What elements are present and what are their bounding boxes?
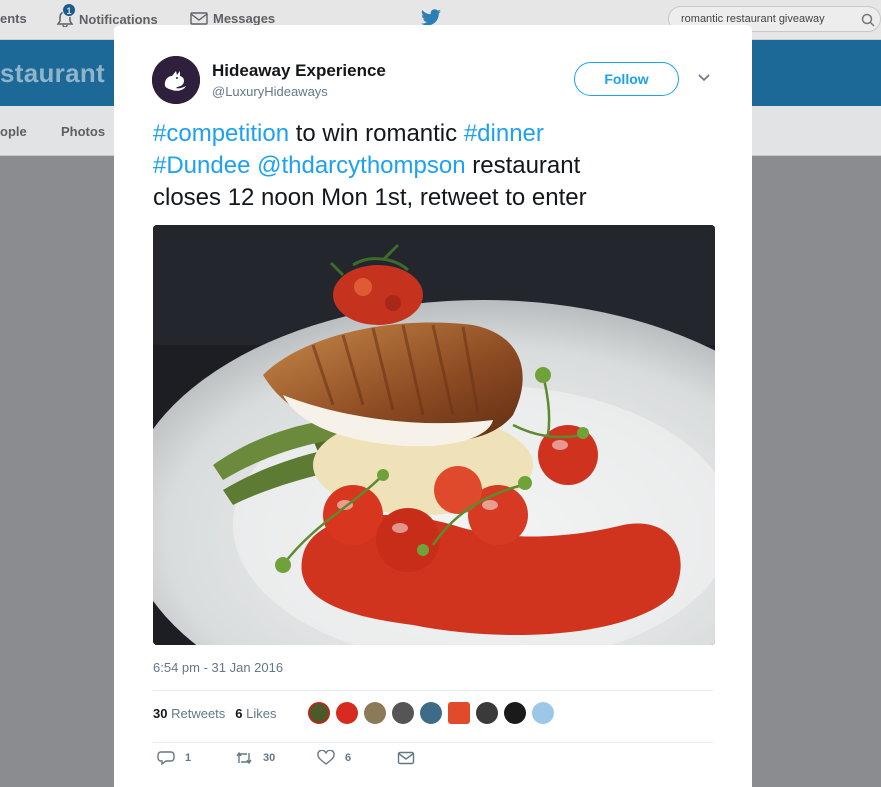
retweets-stat[interactable]: 30 Retweets: [153, 706, 225, 721]
likes-count: 6: [235, 706, 243, 721]
hashtag-dinner[interactable]: #dinner: [464, 120, 544, 147]
reply-icon: [157, 751, 175, 766]
tweet-modal: Hideaway Experience @LuxuryHideaways Fol…: [114, 25, 752, 787]
liker-avatar[interactable]: [476, 702, 498, 724]
retweet-icon: [236, 751, 252, 765]
liker-avatar[interactable]: [420, 702, 442, 724]
liker-avatar[interactable]: [308, 702, 330, 724]
divider: [153, 690, 713, 691]
nav-item-moments-label: ents: [0, 11, 27, 26]
nav-item-moments[interactable]: ents: [0, 11, 27, 26]
food-photo-image: [153, 225, 715, 645]
tweet-text-fragment: to win romantic: [289, 120, 464, 147]
author-avatar[interactable]: [152, 56, 200, 104]
hashtag-dundee[interactable]: #Dundee: [153, 152, 250, 179]
tweet-timestamp[interactable]: 6:54 pm - 31 Jan 2016: [153, 660, 283, 675]
tab-photos[interactable]: Photos: [61, 124, 105, 139]
follow-button[interactable]: Follow: [574, 62, 679, 96]
like-button[interactable]: 6: [317, 750, 397, 766]
bell-icon: 1: [56, 3, 76, 28]
reply-button[interactable]: 1: [157, 750, 235, 766]
liker-avatar[interactable]: [392, 702, 414, 724]
reply-count: 1: [185, 752, 192, 764]
retweets-count: 30: [153, 706, 168, 721]
heart-icon: [317, 750, 335, 765]
liker-avatar[interactable]: [448, 702, 470, 724]
like-count: 6: [345, 752, 352, 764]
nav-item-messages-label: Messages: [213, 11, 276, 26]
tweet-stats: 30 Retweets 6 Likes: [153, 706, 277, 721]
retweet-button[interactable]: 30: [235, 750, 317, 766]
liker-avatar[interactable]: [336, 702, 358, 724]
retweets-label: Retweets: [171, 706, 226, 721]
tweet-photo[interactable]: [153, 225, 715, 645]
chevron-down-icon[interactable]: [697, 73, 711, 83]
divider: [153, 742, 713, 743]
envelope-icon: [397, 751, 415, 765]
search-header-title: staurant: [0, 58, 105, 88]
liker-avatar[interactable]: [532, 702, 554, 724]
mention-link[interactable]: @thdarcythompson: [257, 152, 465, 179]
search-icon[interactable]: [861, 13, 875, 27]
direct-message-button[interactable]: [397, 750, 415, 766]
liker-avatar[interactable]: [364, 702, 386, 724]
liker-avatars: [308, 702, 554, 724]
search-input-value: romantic restaurant giveaway: [681, 13, 825, 25]
notification-count-badge: 1: [62, 3, 76, 17]
tweet-text-fragment: closes 12 noon Mon 1st, retweet to enter: [153, 184, 587, 211]
envelope-icon: [190, 12, 208, 25]
retweet-count: 30: [263, 752, 276, 764]
liker-avatar[interactable]: [504, 702, 526, 724]
author-handle[interactable]: @LuxuryHideaways: [212, 84, 328, 99]
hashtag-competition[interactable]: #competition: [153, 120, 289, 147]
tweet-text: #competition to win romantic #dinner #Du…: [153, 118, 733, 214]
nav-item-messages[interactable]: Messages: [190, 11, 275, 26]
author-name[interactable]: Hideaway Experience: [212, 61, 386, 81]
tweet-text-fragment: restaurant: [465, 152, 581, 179]
tweet-actions: 1 30 6: [157, 750, 415, 766]
tab-people[interactable]: ople: [0, 124, 27, 139]
likes-label: Likes: [246, 706, 277, 721]
likes-stat[interactable]: 6 Likes: [235, 706, 276, 721]
